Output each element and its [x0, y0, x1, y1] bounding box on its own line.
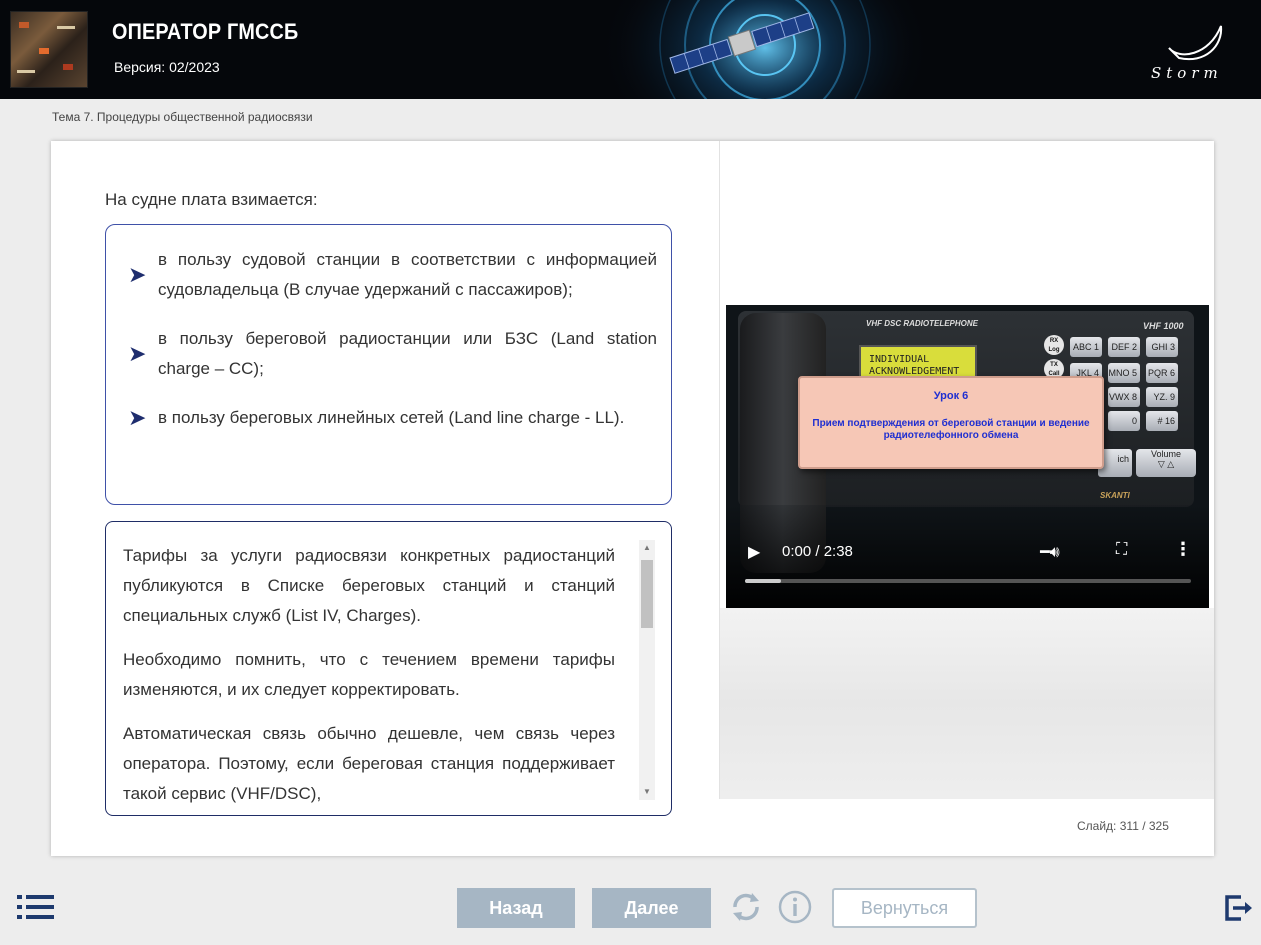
- course-title: ОПЕРАТОР ГМССБ: [112, 19, 299, 44]
- video-progress-fill: [745, 579, 781, 583]
- radio-key: DEF 2: [1108, 337, 1140, 357]
- version-label: Версия: 02/2023: [114, 59, 220, 75]
- video-progress-bar[interactable]: [745, 579, 1191, 583]
- lcd-line: INDIVIDUAL: [869, 354, 930, 365]
- more-options-icon[interactable]: ⋮: [1174, 539, 1192, 560]
- course-thumbnail: [10, 11, 88, 88]
- bullet-item: ➤ в пользу береговой радиостанции или БЗ…: [128, 324, 657, 384]
- scrollbar[interactable]: ▲ ▼: [639, 540, 655, 800]
- radio-key: MNO 5: [1108, 363, 1140, 383]
- volume-arrows-icon: ▽ △: [1157, 459, 1175, 469]
- lesson-subtitle: Прием подтверждения от береговой станции…: [812, 418, 1090, 441]
- info-icon[interactable]: [777, 889, 813, 925]
- bullet-text: в пользу судовой станции в соответствии …: [158, 250, 657, 299]
- radio-key: VWX 8: [1108, 387, 1140, 407]
- scroll-content: Тарифы за услуги радиосвязи конкретных р…: [123, 541, 615, 815]
- lesson-title: Урок 6: [933, 390, 969, 402]
- right-pane-background: [720, 608, 1214, 799]
- exit-icon[interactable]: [1223, 893, 1253, 923]
- chevron-right-icon: ➤: [128, 405, 147, 430]
- storm-logo-text: Storm: [1151, 64, 1223, 82]
- return-button[interactable]: Вернуться: [832, 888, 977, 928]
- brand-label: SKANTI: [1100, 491, 1130, 500]
- volume-icon[interactable]: ━🔊︎: [1040, 542, 1060, 562]
- bullet-text: в пользу береговых линейных сетей (Land …: [158, 408, 625, 427]
- breadcrumb: Тема 7. Процедуры общественной радиосвяз…: [52, 110, 313, 124]
- menu-list-icon[interactable]: [17, 894, 55, 920]
- slide-counter-value: 311 / 325: [1119, 819, 1169, 833]
- chevron-right-icon: ➤: [128, 262, 147, 287]
- play-icon[interactable]: ▶: [748, 542, 760, 562]
- slide-counter-label: Слайд:: [1077, 819, 1117, 833]
- device-model: VHF 1000: [1143, 321, 1184, 331]
- paragraph: Необходимо помнить, что с течением време…: [123, 650, 615, 699]
- bullet-box: ➤ в пользу судовой станции в соответстви…: [105, 224, 672, 505]
- bullet-text: в пользу береговой радиостанции или БЗС …: [158, 329, 657, 378]
- paragraph: Автоматическая связь обычно дешевле, чем…: [123, 724, 615, 803]
- slide-panel: На судне плата взимается: ➤ в пользу суд…: [51, 141, 1214, 856]
- refresh-icon[interactable]: [728, 889, 764, 925]
- radio-key: 0: [1108, 411, 1140, 431]
- bullet-item: ➤ в пользу береговых линейных сетей (Lan…: [128, 403, 657, 433]
- bullet-item: ➤ в пользу судовой станции в соответстви…: [128, 245, 657, 305]
- satellite-illustration: [600, 0, 930, 99]
- volume-key-label: Volume: [1150, 449, 1182, 459]
- scrollbar-thumb[interactable]: [641, 560, 653, 628]
- radio-key: ABC 1: [1070, 337, 1102, 357]
- storm-logo: Storm: [1151, 25, 1223, 82]
- slide-intro: На судне плата взимается:: [105, 190, 318, 209]
- paragraph: Тарифы за услуги радиосвязи конкретных р…: [123, 546, 615, 625]
- video-player[interactable]: VHF DSC RADIOTELEPHONE VHF 1000 INDIVIDU…: [726, 305, 1209, 608]
- device-label: VHF DSC RADIOTELEPHONE: [866, 319, 979, 328]
- fullscreen-icon[interactable]: ⛶: [1116, 541, 1127, 559]
- scroll-up-icon[interactable]: ▲: [639, 542, 655, 554]
- video-controls: ▶ 0:00 / 2:38 ━🔊︎ ⛶ ⋮: [726, 537, 1209, 567]
- radio-key: # 16: [1146, 411, 1178, 431]
- slide-counter: Слайд: 311 / 325: [1077, 819, 1169, 833]
- video-time: 0:00 / 2:38: [782, 543, 853, 560]
- radio-key: YZ. 9: [1146, 387, 1178, 407]
- chevron-right-icon: ➤: [128, 341, 147, 366]
- volume-key: Volume ▽ △: [1136, 449, 1196, 477]
- lesson-title-card: Урок 6 Прием подтверждения от береговой …: [798, 376, 1104, 469]
- next-button[interactable]: Далее: [592, 888, 711, 928]
- scrollable-text-box[interactable]: Тарифы за услуги радиосвязи конкретных р…: [105, 521, 672, 816]
- header: ОПЕРАТОР ГМССБ Версия: 02/2023 Storm: [0, 0, 1261, 99]
- rx-log-key: RX Log: [1044, 335, 1064, 355]
- back-button[interactable]: Назад: [457, 888, 575, 928]
- scroll-down-icon[interactable]: ▼: [639, 786, 655, 798]
- radio-key: GHI 3: [1146, 337, 1178, 357]
- radio-key: PQR 6: [1146, 363, 1178, 383]
